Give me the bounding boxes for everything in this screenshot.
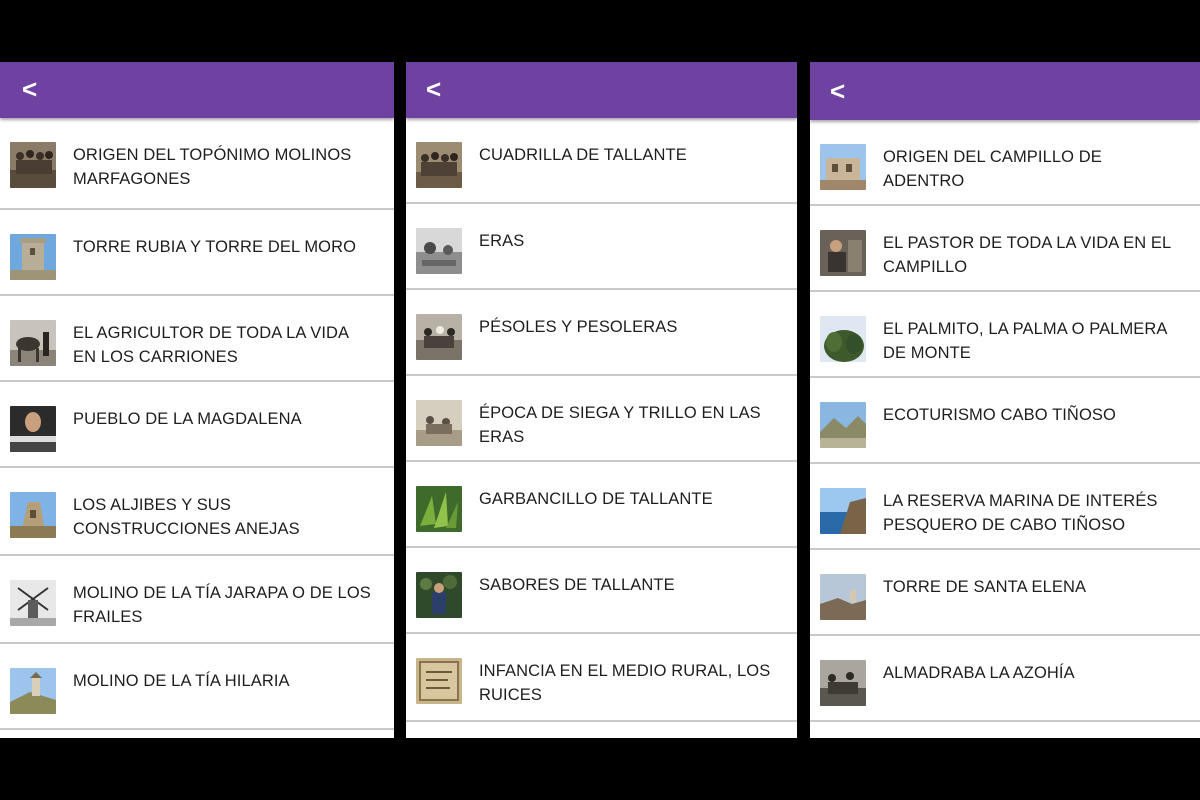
photo-thumbnail — [10, 406, 56, 452]
item-title: INFANCIA EN EL MEDIO RURAL, LOS RUICES — [479, 662, 771, 704]
list-item[interactable]: TORRE RUBIA Y TORRE DEL MORO — [0, 210, 394, 296]
list-item[interactable]: LA RESERVA MARINA DE INTERÉS PESQUERO DE… — [810, 464, 1200, 550]
photo-thumbnail — [416, 658, 462, 704]
photo-thumbnail — [820, 230, 866, 276]
photo-thumbnail — [10, 320, 56, 366]
app-bar: < — [0, 62, 394, 118]
list-item[interactable]: LOS ALJIBES Y SUS CONSTRUCCIONES ANEJAS — [0, 468, 394, 556]
photo-thumbnail — [416, 400, 462, 446]
list-item[interactable]: GARBANCILLO DE TALLANTE — [406, 462, 797, 548]
photo-thumbnail — [10, 234, 56, 280]
list-item[interactable]: ORIGEN DEL CAMPILLO DE ADENTRO — [810, 120, 1200, 206]
photo-thumbnail — [10, 142, 56, 188]
app-bar: < — [406, 62, 797, 118]
phone-screen-1: < ORIGEN DEL TOPÓNIMO MOLINOS MARFAGONES… — [0, 62, 394, 738]
photo-thumbnail — [10, 492, 56, 538]
photo-thumbnail — [820, 316, 866, 362]
back-button[interactable]: < — [426, 74, 441, 104]
photo-thumbnail — [416, 314, 462, 360]
item-title: ORIGEN DEL TOPÓNIMO MOLINOS MARFAGONES — [73, 146, 352, 188]
item-title: GARBANCILLO DE TALLANTE — [479, 490, 713, 508]
item-title: ORIGEN DEL CAMPILLO DE ADENTRO — [883, 148, 1102, 190]
item-title: PÉSOLES Y PESOLERAS — [479, 318, 678, 336]
list-item[interactable]: TORRE DE SANTA ELENA — [810, 550, 1200, 636]
item-title: CUADRILLA DE TALLANTE — [479, 146, 687, 164]
list-item[interactable]: ORIGEN DEL TOPÓNIMO MOLINOS MARFAGONES — [0, 118, 394, 210]
back-button[interactable]: < — [22, 74, 37, 104]
list-item[interactable]: SABORES DE TALLANTE — [406, 548, 797, 634]
list-item[interactable]: MOLINO DE LA TÍA HILARIA — [0, 644, 394, 730]
story-list: ORIGEN DEL TOPÓNIMO MOLINOS MARFAGONES T… — [0, 118, 394, 730]
item-title: LOS ALJIBES Y SUS CONSTRUCCIONES ANEJAS — [73, 496, 300, 538]
list-item[interactable]: MOLINO DE LA TÍA JARAPA O DE LOS FRAILES — [0, 556, 394, 644]
item-title: MOLINO DE LA TÍA JARAPA O DE LOS FRAILES — [73, 584, 371, 626]
phone-screen-2: < CUADRILLA DE TALLANTE ERAS PÉSOLES Y P… — [406, 62, 797, 738]
item-title: TORRE RUBIA Y TORRE DEL MORO — [73, 238, 357, 256]
app-bar: < — [810, 62, 1200, 120]
list-item[interactable]: ALMADRABA LA AZOHÍA — [810, 636, 1200, 722]
photo-thumbnail — [820, 144, 866, 190]
item-title: TORRE DE SANTA ELENA — [883, 578, 1087, 596]
photo-thumbnail — [416, 572, 462, 618]
item-title: LA RESERVA MARINA DE INTERÉS PESQUERO DE… — [883, 492, 1158, 534]
story-list: CUADRILLA DE TALLANTE ERAS PÉSOLES Y PES… — [406, 118, 797, 722]
item-title: ALMADRABA LA AZOHÍA — [883, 664, 1075, 682]
item-title: ÉPOCA DE SIEGA Y TRILLO EN LAS ERAS — [479, 404, 761, 446]
photo-thumbnail — [820, 574, 866, 620]
item-title: ECOTURISMO CABO TIÑOSO — [883, 406, 1116, 424]
list-item[interactable]: PÉSOLES Y PESOLERAS — [406, 290, 797, 376]
photo-thumbnail — [416, 486, 462, 532]
phone-screen-3: < ORIGEN DEL CAMPILLO DE ADENTRO EL PAST… — [810, 62, 1200, 738]
list-item[interactable]: ECOTURISMO CABO TIÑOSO — [810, 378, 1200, 464]
item-title: PUEBLO DE LA MAGDALENA — [73, 410, 302, 428]
item-title: ERAS — [479, 232, 525, 250]
list-item[interactable]: EL AGRICULTOR DE TODA LA VIDA EN LOS CAR… — [0, 296, 394, 382]
item-title: EL PASTOR DE TODA LA VIDA EN EL CAMPILLO — [883, 234, 1171, 276]
photo-thumbnail — [416, 228, 462, 274]
photo-thumbnail — [10, 580, 56, 626]
list-item[interactable]: INFANCIA EN EL MEDIO RURAL, LOS RUICES — [406, 634, 797, 722]
item-title: EL AGRICULTOR DE TODA LA VIDA EN LOS CAR… — [73, 324, 349, 366]
item-title: SABORES DE TALLANTE — [479, 576, 675, 594]
photo-thumbnail — [820, 488, 866, 534]
item-title: EL PALMITO, LA PALMA O PALMERA DE MONTE — [883, 320, 1167, 362]
photo-thumbnail — [416, 142, 462, 188]
item-title: MOLINO DE LA TÍA HILARIA — [73, 672, 290, 690]
story-list: ORIGEN DEL CAMPILLO DE ADENTRO EL PASTOR… — [810, 120, 1200, 722]
photo-thumbnail — [820, 402, 866, 448]
list-item[interactable]: EL PASTOR DE TODA LA VIDA EN EL CAMPILLO — [810, 206, 1200, 292]
list-item[interactable]: ÉPOCA DE SIEGA Y TRILLO EN LAS ERAS — [406, 376, 797, 462]
back-button[interactable]: < — [830, 76, 845, 106]
photo-thumbnail — [10, 668, 56, 714]
list-item[interactable]: PUEBLO DE LA MAGDALENA — [0, 382, 394, 468]
list-item[interactable]: CUADRILLA DE TALLANTE — [406, 118, 797, 204]
list-item[interactable]: ERAS — [406, 204, 797, 290]
list-item[interactable]: EL PALMITO, LA PALMA O PALMERA DE MONTE — [810, 292, 1200, 378]
photo-thumbnail — [820, 660, 866, 706]
